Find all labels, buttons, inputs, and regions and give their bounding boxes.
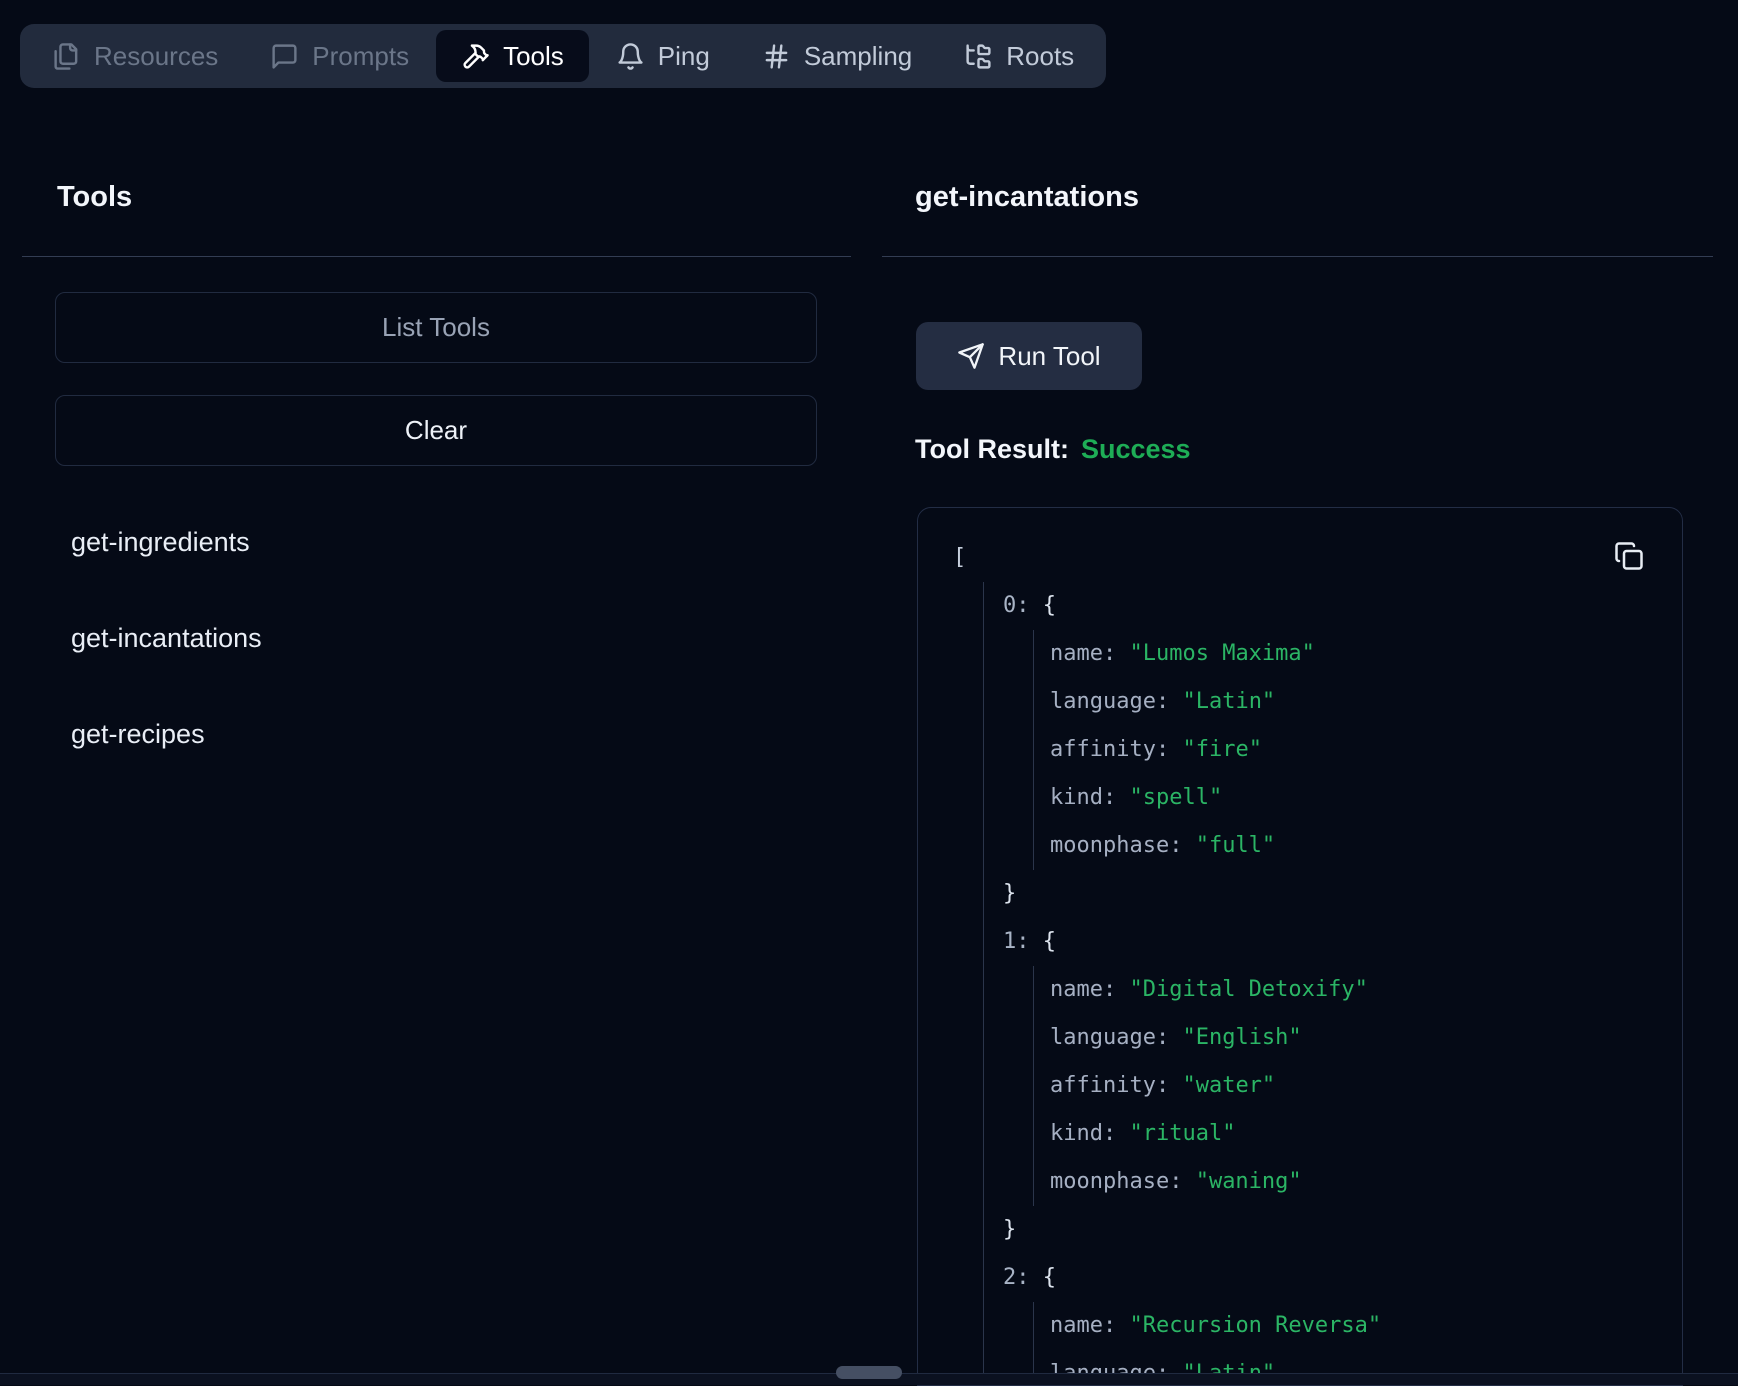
json-property: name: "Lumos Maxima": [1050, 630, 1682, 678]
tab-label: Ping: [658, 41, 710, 72]
json-property: moonphase: "waning": [1050, 1158, 1682, 1206]
json-value: "water": [1169, 1073, 1275, 1098]
json-value: "Latin": [1169, 689, 1275, 714]
tool-result-panel: [0: {name: "Lumos Maxima"language: "Lati…: [917, 507, 1683, 1386]
hash-icon: [762, 42, 791, 71]
tool-result-status: Success: [1081, 434, 1191, 464]
json-value: "English": [1169, 1025, 1301, 1050]
folder-tree-icon: [964, 42, 993, 71]
tab-label: Roots: [1006, 41, 1074, 72]
json-object-close: }: [1003, 1206, 1682, 1254]
bell-icon: [616, 42, 645, 71]
left-panel-title: Tools: [57, 181, 132, 214]
json-object-children: name: "Lumos Maxima"language: "Latin"aff…: [1033, 630, 1682, 870]
json-value: "waning": [1182, 1169, 1301, 1194]
json-brace: {: [1030, 593, 1057, 618]
json-object-open: 0: {: [1003, 582, 1682, 630]
json-value: "Recursion Reversa": [1116, 1313, 1381, 1338]
json-value: "fire": [1169, 737, 1262, 762]
tab-resources[interactable]: Resources: [27, 30, 243, 82]
copy-icon[interactable]: [1612, 540, 1646, 574]
json-object-children: name: "Digital Detoxify"language: "Engli…: [1033, 966, 1682, 1206]
tab-bar: Resources Prompts Tools Ping Sampling Ro…: [20, 24, 1106, 88]
tab-label: Tools: [503, 41, 564, 72]
message-square-icon: [270, 42, 299, 71]
json-key: kind:: [1050, 785, 1116, 810]
json-idx: 1:: [1003, 929, 1030, 954]
json-key: name:: [1050, 977, 1116, 1002]
json-value: "Digital Detoxify": [1116, 977, 1368, 1002]
tool-result-label: Tool Result:: [915, 434, 1069, 464]
json-key: moonphase:: [1050, 833, 1182, 858]
left-panel-divider: [22, 256, 851, 257]
json-brk: [: [953, 545, 966, 570]
json-property: language: "English": [1050, 1014, 1682, 1062]
json-tree: [0: {name: "Lumos Maxima"language: "Lati…: [918, 508, 1682, 1385]
json-property: kind: "spell": [1050, 774, 1682, 822]
json-value: "Lumos Maxima": [1116, 641, 1315, 666]
files-icon: [52, 42, 81, 71]
json-array-children: 0: {name: "Lumos Maxima"language: "Latin…: [983, 582, 1682, 1386]
json-key: affinity:: [1050, 737, 1169, 762]
tool-result-line: Tool Result: Success: [915, 434, 1191, 465]
run-tool-button[interactable]: Run Tool: [916, 322, 1142, 390]
tab-ping[interactable]: Ping: [591, 30, 735, 82]
json-idx: 0:: [1003, 593, 1030, 618]
json-brace: }: [1003, 881, 1016, 906]
tab-tools[interactable]: Tools: [436, 30, 589, 82]
tab-prompts[interactable]: Prompts: [245, 30, 434, 82]
json-property: name: "Digital Detoxify": [1050, 966, 1682, 1014]
json-object-close: }: [1003, 870, 1682, 918]
json-object-open: 2: {: [1003, 1254, 1682, 1302]
tool-list-item-get-ingredients[interactable]: get-ingredients: [71, 520, 250, 564]
tool-list-item-get-incantations[interactable]: get-incantations: [71, 616, 262, 660]
json-property: language: "Latin": [1050, 678, 1682, 726]
tool-list-item-get-recipes[interactable]: get-recipes: [71, 712, 205, 756]
json-value: "spell": [1116, 785, 1222, 810]
list-tools-button[interactable]: List Tools: [55, 292, 817, 363]
json-value: "ritual": [1116, 1121, 1235, 1146]
json-value: "full": [1182, 833, 1275, 858]
json-property: kind: "ritual": [1050, 1110, 1682, 1158]
run-tool-label: Run Tool: [998, 341, 1100, 372]
json-idx: 2:: [1003, 1265, 1030, 1290]
selected-tool-title: get-incantations: [915, 181, 1139, 214]
json-object-open: 1: {: [1003, 918, 1682, 966]
send-icon: [957, 342, 985, 370]
right-panel-divider: [882, 256, 1713, 257]
json-brace: {: [1030, 929, 1057, 954]
json-key: name:: [1050, 1313, 1116, 1338]
json-open-bracket: [: [953, 534, 1682, 582]
tab-sampling[interactable]: Sampling: [737, 30, 937, 82]
hammer-icon: [461, 42, 490, 71]
json-brace: {: [1030, 1265, 1057, 1290]
json-key: name:: [1050, 641, 1116, 666]
tab-label: Prompts: [312, 41, 409, 72]
json-property: affinity: "water": [1050, 1062, 1682, 1110]
clear-button[interactable]: Clear: [55, 395, 817, 466]
tab-roots[interactable]: Roots: [939, 30, 1099, 82]
json-property: moonphase: "full": [1050, 822, 1682, 870]
json-brace: }: [1003, 1217, 1016, 1242]
tab-label: Resources: [94, 41, 218, 72]
tab-label: Sampling: [804, 41, 912, 72]
json-key: kind:: [1050, 1121, 1116, 1146]
json-property: name: "Recursion Reversa": [1050, 1302, 1682, 1350]
json-key: affinity:: [1050, 1073, 1169, 1098]
json-property: affinity: "fire": [1050, 726, 1682, 774]
json-key: language:: [1050, 689, 1169, 714]
json-key: moonphase:: [1050, 1169, 1182, 1194]
resize-grip[interactable]: [836, 1366, 902, 1379]
json-key: language:: [1050, 1025, 1169, 1050]
